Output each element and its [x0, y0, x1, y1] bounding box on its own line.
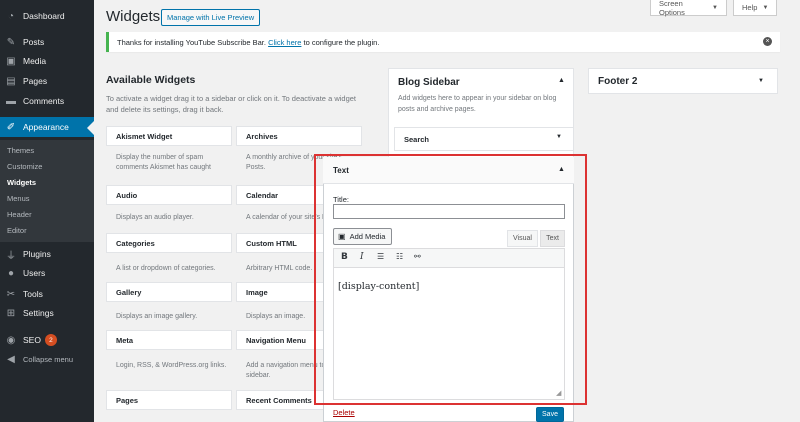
widget-pages[interactable]: Pages: [106, 390, 232, 410]
available-widgets-title: Available Widgets: [106, 74, 196, 86]
menu-plugins[interactable]: ⏚ Plugins: [0, 244, 94, 264]
menu-label: SEO: [23, 335, 41, 345]
search-widget[interactable]: Search: [394, 127, 574, 151]
caret-down-icon: ▼: [712, 4, 718, 11]
submenu-header[interactable]: Header: [0, 206, 94, 222]
widget-gallery[interactable]: Gallery: [106, 282, 232, 302]
expand-arrow-icon[interactable]: ▼: [758, 78, 764, 84]
menu-pages[interactable]: ▤ Pages: [0, 71, 94, 91]
submenu-customize[interactable]: Customize: [0, 158, 94, 174]
live-preview-button[interactable]: Manage with Live Preview: [161, 9, 261, 26]
dismiss-icon[interactable]: ×: [763, 37, 772, 46]
notice-link[interactable]: Click here: [268, 38, 301, 47]
menu-label: Tools: [23, 289, 43, 299]
menu-label: Media: [23, 56, 47, 66]
collapse-arrow-icon[interactable]: ▲: [558, 77, 565, 84]
menu-label: Settings: [23, 308, 54, 318]
menu-settings[interactable]: ⊞ Settings: [0, 303, 94, 323]
blog-sidebar-title[interactable]: Blog Sidebar: [398, 77, 460, 88]
media-icon: ▣: [6, 55, 16, 67]
wrench-icon: ✂: [6, 288, 16, 300]
widget-description: Displays an image gallery.: [116, 313, 198, 320]
menu-seo[interactable]: ◉ SEO 2: [0, 330, 94, 350]
settings-icon: ⊞: [6, 307, 16, 319]
page-title: Widgets: [106, 8, 161, 25]
menu-dashboard[interactable]: ◔ Dashboard: [0, 6, 94, 26]
submenu-menus[interactable]: Menus: [0, 190, 94, 206]
widget-akismet[interactable]: Akismet Widget: [106, 126, 232, 146]
blog-sidebar-description: Add widgets here to appear in your sideb…: [398, 95, 557, 113]
menu-comments[interactable]: ▬ Comments: [0, 91, 94, 111]
screen-options-label: Screen Options: [659, 0, 685, 17]
menu-posts[interactable]: ✎ Posts: [0, 32, 94, 52]
save-button[interactable]: Save: [536, 407, 564, 422]
submenu-widgets[interactable]: Widgets: [0, 174, 94, 190]
seo-icon: ◉: [6, 334, 16, 346]
menu-label: Users: [23, 268, 46, 278]
menu-label: Appearance: [23, 122, 69, 132]
menu-label: Plugins: [23, 249, 51, 259]
widget-categories[interactable]: Categories: [106, 233, 232, 253]
widget-meta[interactable]: Meta: [106, 330, 232, 350]
pages-icon: ▤: [6, 75, 16, 87]
screen-options-button[interactable]: Screen Options ▼: [650, 0, 727, 17]
menu-media[interactable]: ▣ Media: [0, 51, 94, 71]
widget-description: Display the number of spam comments Akis…: [116, 154, 211, 171]
notice-text: Thanks for installing YouTube Subscribe …: [117, 37, 266, 47]
help-button[interactable]: Help ▼: [733, 0, 777, 16]
plugin-notice: Thanks for installing YouTube Subscribe …: [106, 32, 780, 52]
help-label: Help: [742, 3, 758, 12]
menu-tools[interactable]: ✂ Tools: [0, 284, 94, 304]
menu-users[interactable]: ● Users: [0, 263, 94, 283]
collapse-icon: ◀: [7, 353, 15, 365]
menu-label: Dashboard: [23, 11, 65, 21]
widget-description: Displays an audio player.: [116, 214, 194, 221]
menu-label: Posts: [23, 37, 45, 47]
user-icon: ●: [7, 267, 15, 279]
delete-link[interactable]: Delete: [333, 408, 355, 417]
menu-label: Comments: [23, 96, 65, 106]
collapse-menu[interactable]: ◀ Collapse menu: [0, 349, 94, 369]
menu-label: Collapse menu: [23, 354, 74, 364]
plug-icon: ⏚: [6, 250, 16, 262]
submenu-themes[interactable]: Themes: [0, 142, 94, 158]
available-widgets-description: To activate a widget drag it to a sideba…: [106, 94, 356, 114]
menu-appearance[interactable]: ✐ Appearance: [0, 117, 94, 137]
expand-arrow-icon[interactable]: ▼: [556, 134, 562, 140]
widget-archives[interactable]: Archives: [236, 126, 362, 146]
caret-down-icon: ▼: [762, 4, 769, 11]
seo-badge: 2: [44, 334, 57, 346]
notice-text-end: to configure the plugin.: [303, 37, 380, 47]
footer2-panel[interactable]: Footer 2: [588, 68, 778, 94]
submenu-editor[interactable]: Editor: [0, 222, 94, 238]
brush-icon: ✐: [6, 121, 16, 133]
widget-audio[interactable]: Audio: [106, 185, 232, 205]
active-menu-arrow: [87, 121, 94, 135]
comment-icon: ▬: [6, 95, 16, 107]
highlight-box: [314, 154, 587, 405]
dashboard-icon: ◔: [7, 10, 15, 22]
pin-icon: ✎: [6, 36, 16, 48]
menu-label: Pages: [23, 76, 48, 86]
widget-description: A list or dropdown of categories.: [116, 265, 216, 272]
widget-description: Login, RSS, & WordPress.org links.: [116, 362, 227, 369]
